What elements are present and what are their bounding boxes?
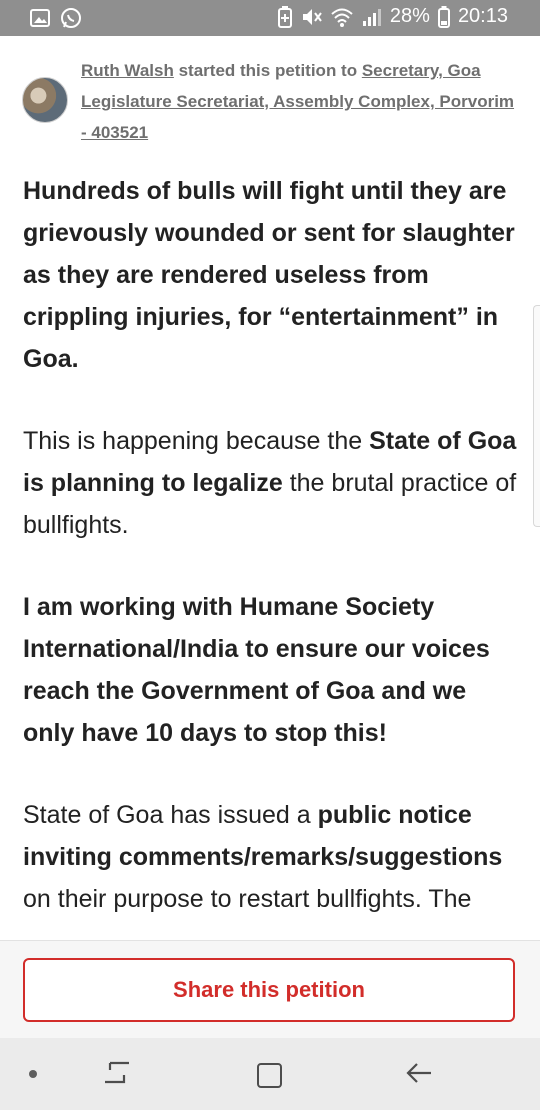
whatsapp-icon <box>61 8 81 28</box>
battery-icon <box>437 5 450 28</box>
avatar[interactable] <box>22 77 68 123</box>
started-text: started this petition to <box>173 61 362 80</box>
navigation-bar <box>0 1038 540 1110</box>
wifi-icon <box>331 8 353 27</box>
home-icon[interactable] <box>257 1063 282 1088</box>
gallery-icon <box>30 9 50 27</box>
petition-body: Hundreds of bulls will fight until they … <box>23 170 523 960</box>
scrollbar[interactable] <box>533 305 540 527</box>
paragraph-4-text-end: on their purpose to restart bullfights. … <box>23 885 472 913</box>
starter-name-link[interactable]: Ruth Walsh <box>81 61 174 80</box>
status-bar: 28% 20:13 <box>0 0 540 36</box>
paragraph-1: Hundreds of bulls will fight until they … <box>23 177 515 373</box>
share-petition-button[interactable]: Share this petition <box>23 958 515 1022</box>
signal-icon <box>362 8 381 26</box>
starter-line: Ruth Walsh started this petition to Secr… <box>81 55 521 148</box>
mute-icon <box>302 8 322 25</box>
paragraph-2-text: This is happening because the <box>23 427 370 455</box>
back-icon[interactable] <box>405 1060 433 1086</box>
petition-starter: Ruth Walsh started this petition to Secr… <box>22 55 522 155</box>
nav-dot-icon[interactable] <box>29 1070 37 1078</box>
clock: 20:13 <box>457 5 508 27</box>
paragraph-2: This is happening because the State of G… <box>23 420 523 546</box>
share-bar: Share this petition <box>0 940 540 1039</box>
paragraph-4-text: State of Goa has issued a <box>23 801 318 829</box>
battery-percent: 28% <box>389 5 430 27</box>
paragraph-4: State of Goa has issued a public notice … <box>23 794 523 920</box>
paragraph-3: I am working with Humane Society Interna… <box>23 593 490 747</box>
recent-apps-icon[interactable] <box>102 1060 132 1086</box>
battery-saver-icon <box>277 5 292 28</box>
